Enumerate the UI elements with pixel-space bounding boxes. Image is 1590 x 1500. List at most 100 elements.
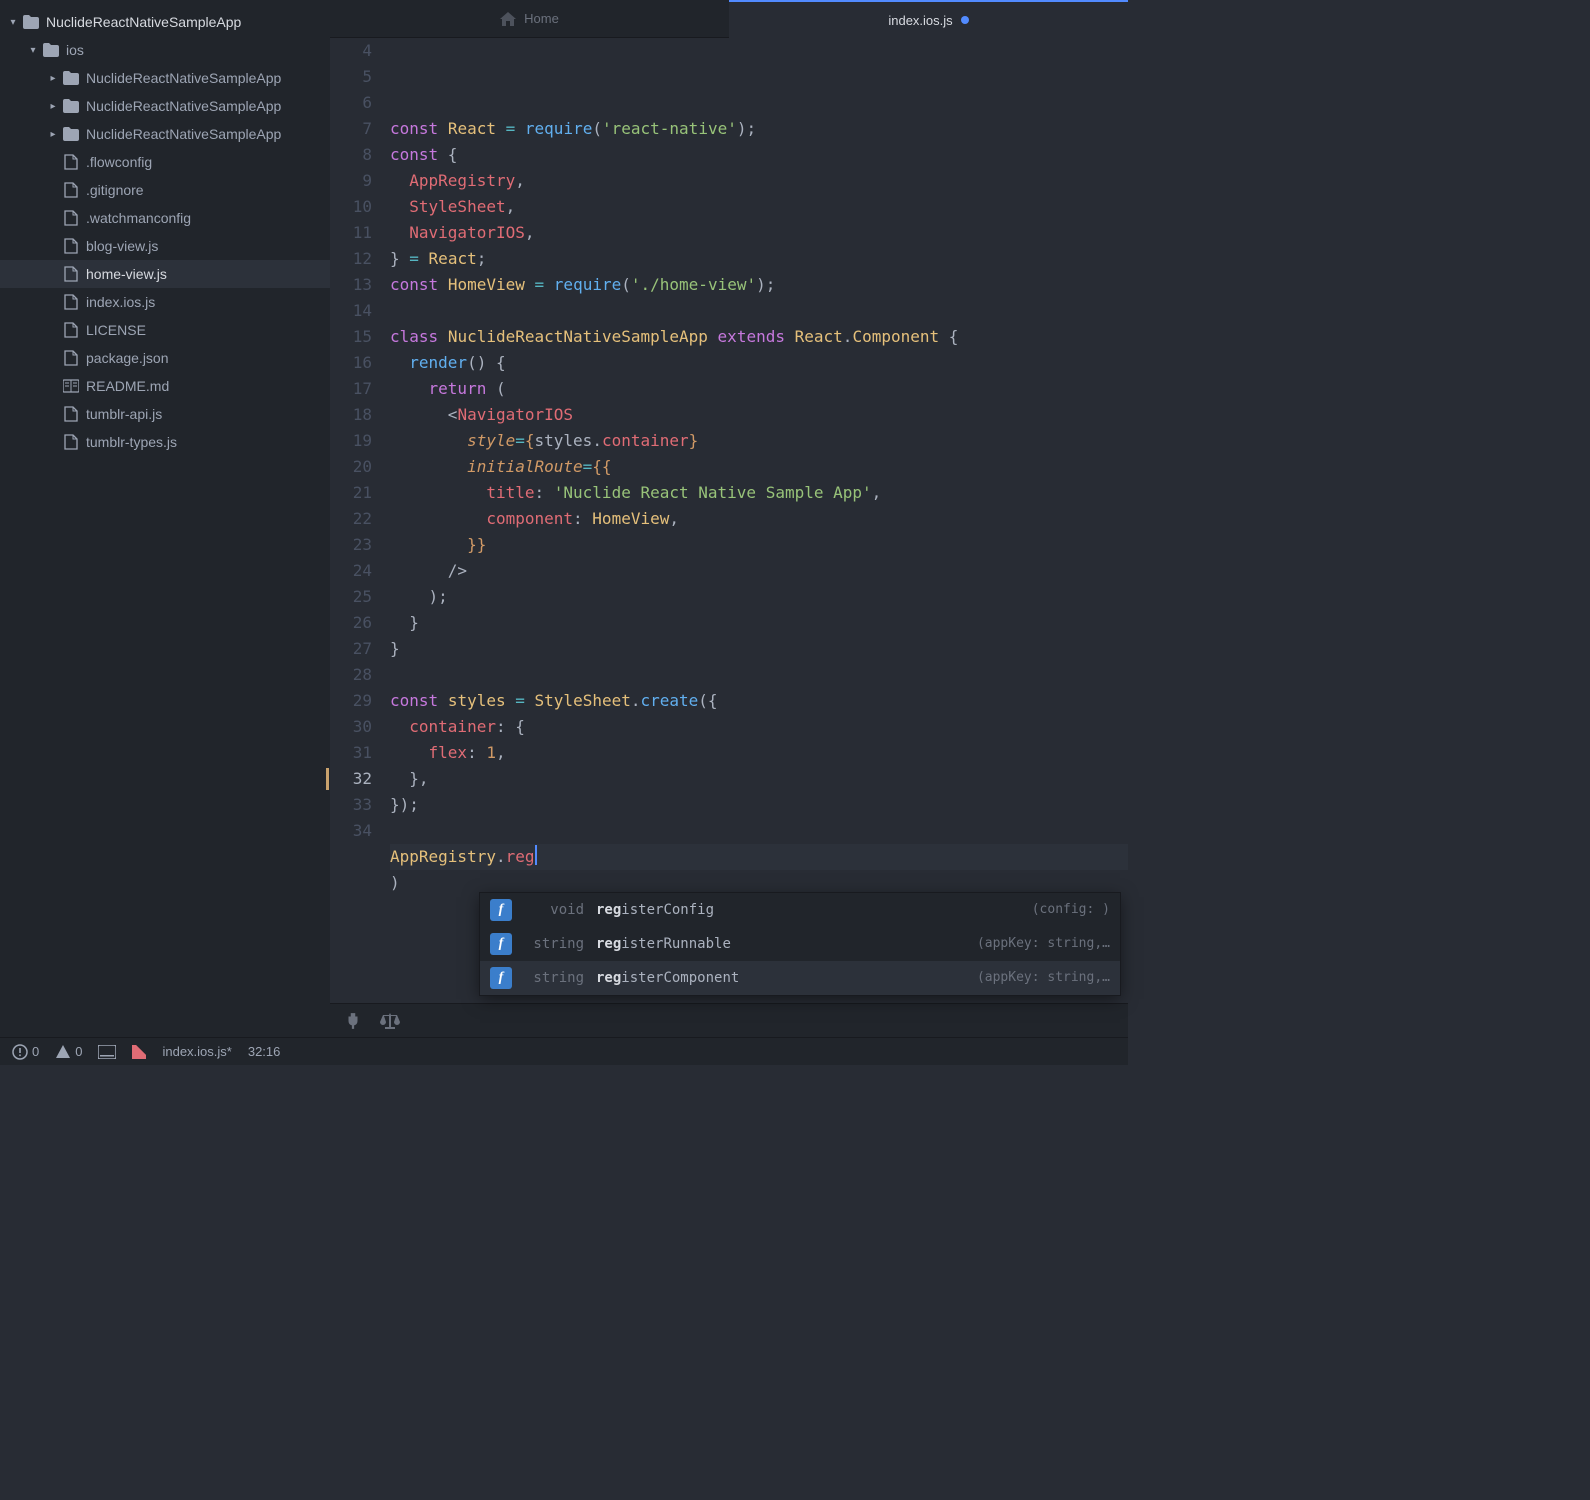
code-line[interactable]: } [390,610,1128,636]
tree-file[interactable]: blog-view.js [0,232,330,260]
tree-file[interactable]: tumblr-api.js [0,400,330,428]
tree-file[interactable]: .flowconfig [0,148,330,176]
return-type: string [524,965,584,991]
tree-item-label: home-view.js [86,266,167,282]
tree-item-label: tumblr-api.js [86,406,162,422]
completion-signature: (appKey: string,… [977,965,1110,991]
completion-name: registerConfig [596,897,1020,923]
code-line[interactable] [390,662,1128,688]
tree-root[interactable]: ▾ NuclideReactNativeSampleApp [0,8,330,36]
file-icon [62,350,80,366]
status-filename[interactable]: index.ios.js* [162,1044,231,1059]
code-line[interactable]: } = React; [390,246,1128,272]
file-icon [62,182,80,198]
code-line[interactable]: initialRoute={{ [390,454,1128,480]
balance-icon[interactable] [380,1013,400,1029]
file-icon [62,434,80,450]
code-line[interactable]: title: 'Nuclide React Native Sample App'… [390,480,1128,506]
tree-file[interactable]: home-view.js [0,260,330,288]
autocomplete-item[interactable]: fvoidregisterConfig(config: ) [480,893,1120,927]
terminal-icon[interactable] [98,1045,116,1059]
code-line[interactable] [390,818,1128,844]
errors-count[interactable]: 0 [12,1044,39,1060]
code-line[interactable]: return ( [390,376,1128,402]
tree-folder[interactable]: ▸NuclideReactNativeSampleApp [0,92,330,120]
tree-item-label: .watchmanconfig [86,210,191,226]
code-line[interactable]: /> [390,558,1128,584]
code-line[interactable]: StyleSheet, [390,194,1128,220]
status-indicator-icon[interactable] [132,1045,146,1059]
error-icon [12,1044,28,1060]
code-line[interactable]: AppRegistry, [390,168,1128,194]
tree-item-label: .gitignore [86,182,144,198]
tree-file[interactable]: .watchmanconfig [0,204,330,232]
warnings-value: 0 [75,1044,82,1059]
tab-home-label: Home [524,11,559,26]
text-cursor [535,845,537,865]
file-icon [62,210,80,226]
chevron-right-icon: ▸ [46,129,60,140]
code-line[interactable]: const styles = StyleSheet.create({ [390,688,1128,714]
autocomplete-item[interactable]: fstring registerComponent (appKey: string,… [480,961,1120,995]
file-icon [62,266,80,282]
code-line[interactable]: NavigatorIOS, [390,220,1128,246]
file-icon [62,294,80,310]
tree-file[interactable]: README.md [0,372,330,400]
completion-signature: (appKey: string,… [977,931,1110,957]
tree-file[interactable]: tumblr-types.js [0,428,330,456]
tree-item-label: blog-view.js [86,238,158,254]
return-type: string [524,931,584,957]
tab-file-label: index.ios.js [888,13,952,28]
code-line[interactable] [390,298,1128,324]
code-line[interactable]: <NavigatorIOS [390,402,1128,428]
file-tree[interactable]: ▾ NuclideReactNativeSampleApp ▾ ios ▸Nuc… [0,0,330,1037]
tree-file[interactable]: package.json [0,344,330,372]
tree-file[interactable]: LICENSE [0,316,330,344]
folder-icon [62,99,80,113]
gutter: 4567891011121314151617181920212223242526… [330,38,390,1003]
code-line[interactable]: }); [390,792,1128,818]
tree-folder[interactable]: ▸NuclideReactNativeSampleApp [0,120,330,148]
file-icon [62,379,80,393]
tree-item-label: NuclideReactNativeSampleApp [86,70,281,86]
code-line[interactable]: flex: 1, [390,740,1128,766]
tree-root-label: NuclideReactNativeSampleApp [46,14,241,30]
code-line[interactable]: ); [390,584,1128,610]
code-line[interactable]: container: { [390,714,1128,740]
tree-item-label: NuclideReactNativeSampleApp [86,98,281,114]
code-line[interactable]: style={styles.container} [390,428,1128,454]
code-line[interactable]: }} [390,532,1128,558]
editor[interactable]: 4567891011121314151617181920212223242526… [330,38,1128,1003]
status-cursor[interactable]: 32:16 [248,1044,281,1059]
tree-item-label: README.md [86,378,169,394]
tree-item-label: LICENSE [86,322,146,338]
code-line[interactable]: }, [390,766,1128,792]
completion-name: registerComponent [596,965,965,991]
plug-icon[interactable] [344,1012,362,1030]
code-line[interactable]: const HomeView = require('./home-view'); [390,272,1128,298]
file-icon [62,238,80,254]
code-line[interactable]: AppRegistry.reg [390,844,1128,870]
tree-folder[interactable]: ▸NuclideReactNativeSampleApp [0,64,330,92]
kind-icon: f [490,967,512,989]
tree-folder-ios[interactable]: ▾ ios [0,36,330,64]
code-area[interactable]: const React = require('react-native');co… [390,38,1128,1003]
tree-file[interactable]: .gitignore [0,176,330,204]
folder-icon [42,43,60,57]
autocomplete-popup[interactable]: fvoidregisterConfig(config: )fstringregi… [480,893,1120,995]
code-line[interactable]: component: HomeView, [390,506,1128,532]
autocomplete-item[interactable]: fstringregisterRunnable(appKey: string,… [480,927,1120,961]
kind-icon: f [490,933,512,955]
code-line[interactable]: } [390,636,1128,662]
tree-item-label: .flowconfig [86,154,152,170]
code-line[interactable]: const { [390,142,1128,168]
code-line[interactable]: render() { [390,350,1128,376]
editor-pane: Home index.ios.js 4567891011121314151617… [330,0,1128,1037]
code-line[interactable]: class NuclideReactNativeSampleApp extend… [390,324,1128,350]
folder-icon [62,127,80,141]
tab-home[interactable]: Home [330,0,729,38]
tree-file[interactable]: index.ios.js [0,288,330,316]
warnings-count[interactable]: 0 [55,1044,82,1060]
tab-file[interactable]: index.ios.js [729,0,1128,38]
code-line[interactable]: const React = require('react-native'); [390,116,1128,142]
